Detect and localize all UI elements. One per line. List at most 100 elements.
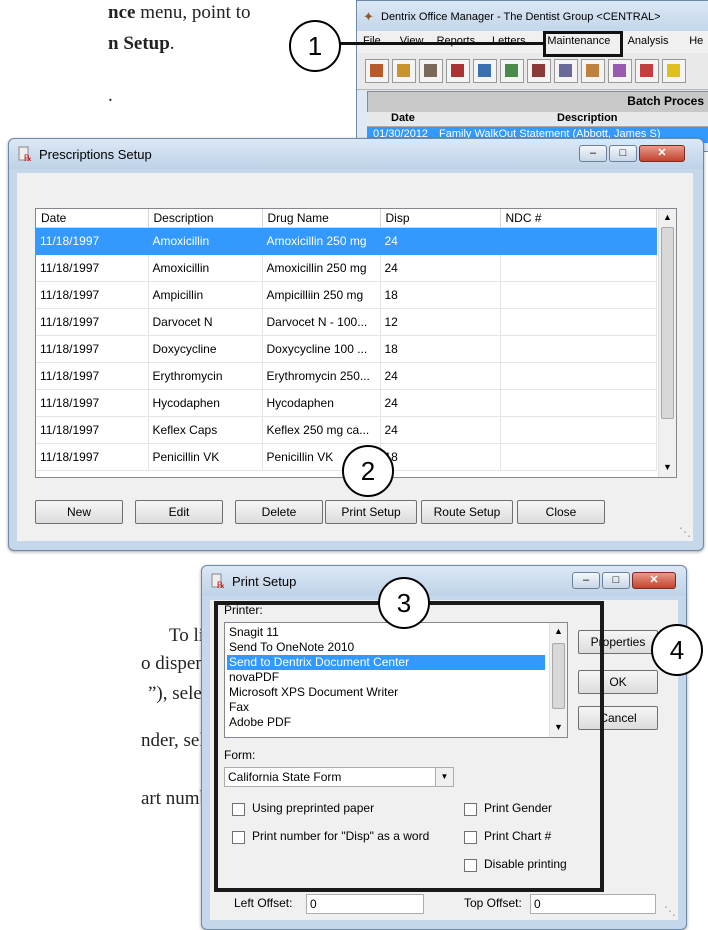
- table-cell: 11/18/1997: [36, 335, 149, 363]
- toolbar-tool-icon[interactable]: [554, 59, 578, 83]
- minimize-button[interactable]: –: [572, 572, 600, 589]
- print-setup-title: Print Setup: [232, 574, 297, 589]
- route-setup-button[interactable]: Route Setup: [421, 500, 513, 524]
- callout-1: 1: [289, 20, 341, 72]
- table-row[interactable]: 11/18/1997 Darvocet N Darvocet N - 100... 1…: [36, 308, 657, 336]
- table-cell: 11/18/1997: [36, 389, 149, 417]
- table-row[interactable]: 11/18/1997 Amoxicillin Amoxicillin 250 mg 2…: [36, 254, 657, 282]
- table-row[interactable]: 11/18/1997 Hycodaphen Hycodaphen 24: [36, 389, 657, 417]
- table-cell: [500, 227, 657, 255]
- table-cell: [500, 308, 657, 336]
- table-cell: Amoxicillin 250 mg: [262, 254, 381, 282]
- new-button[interactable]: New: [35, 500, 123, 524]
- table-cell: 24: [380, 254, 501, 282]
- table-cell: Darvocet N: [148, 308, 263, 336]
- prescriptions-title: Prescriptions Setup: [39, 147, 152, 162]
- table-cell: 11/18/1997: [36, 416, 149, 444]
- batch-panel-header: Batch Proces: [367, 91, 708, 113]
- menu-item-file[interactable]: File: [363, 35, 381, 47]
- table-cell: Ampicilliin 250 mg: [262, 281, 381, 309]
- table-cell: Penicillin VK: [148, 443, 263, 471]
- menu-item-he[interactable]: He: [689, 35, 703, 47]
- edit-button[interactable]: Edit: [135, 500, 223, 524]
- table-cell: 11/18/1997: [36, 254, 149, 282]
- resize-grip-icon[interactable]: ⋱: [679, 525, 691, 539]
- scroll-up-icon[interactable]: ▲: [659, 209, 676, 226]
- top-offset-input[interactable]: 0: [530, 894, 656, 914]
- batch-column-header: Date Description: [367, 112, 708, 127]
- table-cell: 11/18/1997: [36, 362, 149, 390]
- resize-grip-icon[interactable]: ⋱: [664, 904, 676, 918]
- toolbar-tool-icon[interactable]: [662, 59, 686, 83]
- table-cell: 11/18/1997: [36, 281, 149, 309]
- callout-2: 2: [342, 445, 394, 497]
- table-cell: 24: [380, 227, 501, 255]
- table-cell: Hycodaphen: [262, 389, 381, 417]
- table-cell: [500, 389, 657, 417]
- close-button[interactable]: Close: [517, 500, 605, 524]
- menu-item-view[interactable]: View: [400, 35, 424, 47]
- toolbar-tool-icon[interactable]: [527, 59, 551, 83]
- tooth-icon: ✦: [363, 9, 374, 24]
- table-row[interactable]: 11/18/1997 Amoxicillin Amoxicillin 250 mg 2…: [36, 227, 657, 255]
- column-header[interactable]: Date: [36, 209, 149, 228]
- table-cell: [500, 254, 657, 282]
- table-cell: [500, 335, 657, 363]
- office-manager-title: Dentrix Office Manager - The Dentist Gro…: [381, 11, 661, 23]
- table-row[interactable]: 11/18/1997 Keflex Caps Keflex 250 mg ca...…: [36, 416, 657, 444]
- toolbar-tool-icon[interactable]: [473, 59, 497, 83]
- scroll-thumb[interactable]: [661, 227, 674, 419]
- toolbar-tool-icon[interactable]: [608, 59, 632, 83]
- office-manager-toolbar: [357, 53, 708, 90]
- prescription-icon: ℞: [211, 573, 225, 589]
- scroll-down-icon[interactable]: ▼: [659, 459, 676, 476]
- table-cell: [500, 281, 657, 309]
- batch-col-description: Description: [557, 112, 618, 124]
- toolbar-tool-icon[interactable]: [392, 59, 416, 83]
- table-cell: Amoxicillin: [148, 227, 263, 255]
- toolbar-tool-icon[interactable]: [446, 59, 470, 83]
- toolbar-tool-icon[interactable]: [581, 59, 605, 83]
- svg-text:℞: ℞: [24, 154, 32, 162]
- callout-4: 4: [651, 624, 703, 676]
- prescription-icon: ℞: [18, 146, 32, 162]
- batch-col-date: Date: [391, 112, 415, 124]
- table-row[interactable]: 11/18/1997 Ampicillin Ampicilliin 250 mg 18: [36, 281, 657, 309]
- table-cell: Darvocet N - 100...: [262, 308, 381, 336]
- table-row[interactable]: 11/18/1997 Doxycycline Doxycycline 100 ...…: [36, 335, 657, 363]
- minimize-button[interactable]: –: [579, 145, 607, 162]
- menu-item-reports[interactable]: Reports: [437, 35, 476, 47]
- toolbar-tool-icon[interactable]: [635, 59, 659, 83]
- table-cell: 24: [380, 362, 501, 390]
- close-window-button[interactable]: ✕: [632, 572, 676, 589]
- table-cell: Erythromycin 250...: [262, 362, 381, 390]
- toolbar-tool-icon[interactable]: [500, 59, 524, 83]
- toolbar-tool-icon[interactable]: [365, 59, 389, 83]
- table-cell: 18: [380, 281, 501, 309]
- print-setup-button[interactable]: Print Setup: [325, 500, 417, 524]
- toolbar-tool-icon[interactable]: [419, 59, 443, 83]
- column-header[interactable]: Drug Name: [262, 209, 381, 228]
- menu-item-letters[interactable]: Letters: [492, 35, 526, 47]
- prescriptions-list[interactable]: Date Description Drug Name Disp NDC # 11/18/…: [35, 208, 677, 478]
- table-row[interactable]: 11/18/1997 Erythromycin Erythromycin 250..…: [36, 362, 657, 390]
- table-cell: [500, 443, 657, 471]
- column-header[interactable]: NDC #: [500, 209, 657, 228]
- top-offset-label: Top Offset:: [464, 896, 522, 910]
- column-header[interactable]: Description: [148, 209, 263, 228]
- maintenance-highlight-box: [543, 31, 623, 57]
- table-cell: 11/18/1997: [36, 443, 149, 471]
- table-cell: Erythromycin: [148, 362, 263, 390]
- left-offset-label: Left Offset:: [234, 896, 293, 910]
- left-offset-input[interactable]: 0: [306, 894, 424, 914]
- column-header[interactable]: Disp: [380, 209, 501, 228]
- maximize-button[interactable]: □: [602, 572, 630, 589]
- table-cell: 18: [380, 443, 501, 471]
- callout-3: 3: [378, 577, 430, 629]
- menu-item-analysis[interactable]: Analysis: [628, 35, 669, 47]
- delete-button[interactable]: Delete: [235, 500, 323, 524]
- close-window-button[interactable]: ✕: [639, 145, 685, 162]
- maximize-button[interactable]: □: [609, 145, 637, 162]
- table-cell: Amoxicillin 250 mg: [262, 227, 381, 255]
- prescriptions-scrollbar[interactable]: ▲ ▼: [658, 209, 676, 477]
